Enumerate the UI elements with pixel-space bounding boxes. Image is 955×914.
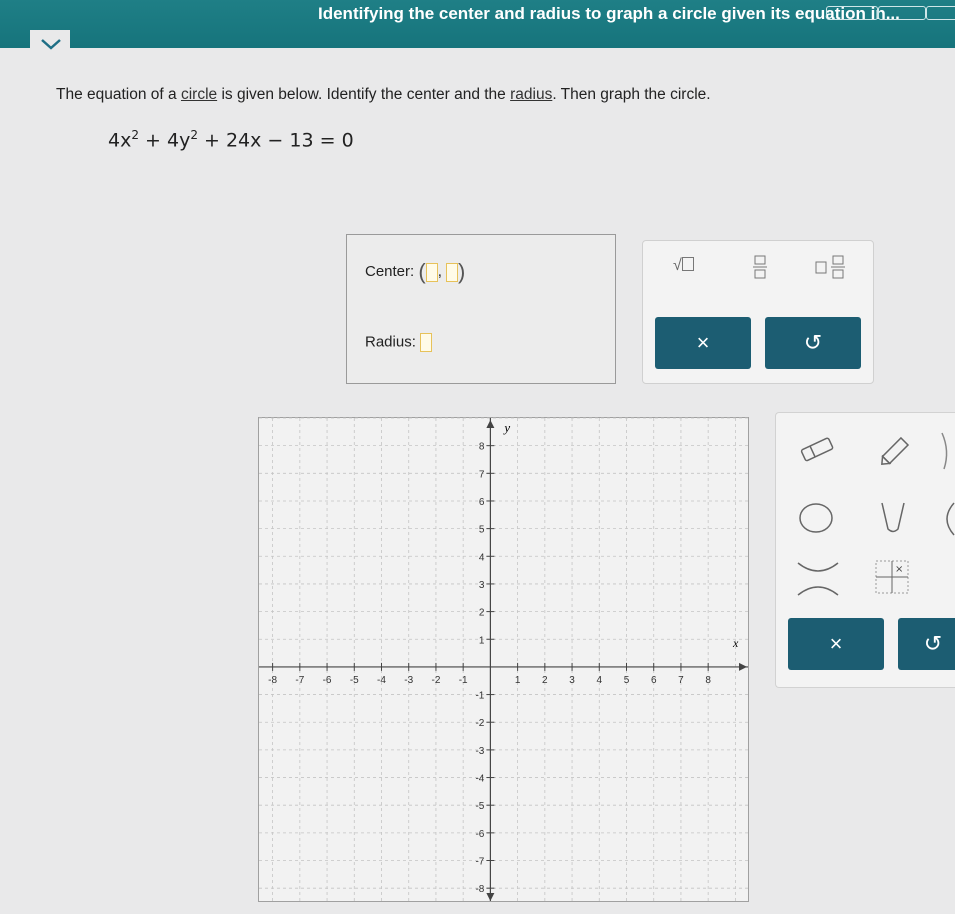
- prompt-text: . Then graph the circle.: [552, 86, 711, 103]
- header-progress-segment: [878, 6, 926, 20]
- y-tick-label: 8: [479, 442, 485, 453]
- fraction-icon: [753, 255, 767, 279]
- radius-link[interactable]: radius: [510, 86, 552, 103]
- sqrt-slot-icon: [681, 257, 694, 271]
- center-row: Center: (, ): [365, 259, 465, 285]
- undo-icon: ↺: [923, 631, 943, 656]
- x-tick-label: -5: [350, 675, 359, 686]
- close-icon: ×: [829, 631, 843, 656]
- mixed-number-button[interactable]: [815, 255, 847, 284]
- x-tick-label: 1: [515, 675, 521, 686]
- hyperbola-tool-icon[interactable]: [796, 559, 840, 599]
- radius-input[interactable]: [420, 333, 433, 352]
- equation-term: + 24x − 13 = 0: [197, 129, 354, 152]
- y-tick-label: -3: [475, 746, 484, 757]
- equation-term: 4x: [108, 129, 132, 152]
- equation-term: + 4y: [138, 129, 191, 152]
- y-tick-label: 2: [479, 608, 485, 619]
- x-tick-label: 4: [596, 675, 602, 686]
- x-tick-label: -1: [459, 675, 468, 686]
- header-progress-segment: [926, 6, 955, 20]
- parabola-tool-icon[interactable]: [878, 501, 908, 535]
- circle-link[interactable]: circle: [181, 86, 217, 103]
- pencil-tool-icon[interactable]: [876, 433, 916, 467]
- radius-row: Radius:: [365, 333, 433, 352]
- x-tick-label: 2: [542, 675, 548, 686]
- y-tick-label: 6: [479, 497, 485, 508]
- y-tick-label: -6: [475, 829, 484, 840]
- radius-label: Radius:: [365, 333, 416, 351]
- eraser-tool-icon[interactable]: [798, 435, 838, 463]
- coordinate-graph[interactable]: -8 -7 -6 -5 -4 -3 -2 -1 1 2 3 4 5 6 7 8 8 7 6 5 4 3 2 1 -1 -2 -3 -…: [258, 417, 750, 903]
- equation-exponent: 2: [190, 128, 198, 142]
- prompt-text: is given below. Identify the center and …: [217, 86, 511, 103]
- graph-tools: × × ↺: [775, 412, 955, 688]
- graph-frame: [258, 417, 749, 902]
- fraction-button[interactable]: [753, 255, 767, 284]
- arc-tool-icon[interactable]: [938, 501, 955, 537]
- close-paren: ): [458, 259, 466, 284]
- point-tool-icon[interactable]: ×: [874, 559, 910, 595]
- y-tick-label: -4: [475, 774, 484, 785]
- undo-button[interactable]: ↺: [765, 317, 861, 369]
- clear-button[interactable]: ×: [655, 317, 751, 369]
- graph-undo-button[interactable]: ↺: [898, 618, 955, 670]
- x-tick-label: -2: [431, 675, 440, 686]
- x-axis-label: x: [732, 636, 739, 650]
- mixed-number-icon: [815, 255, 845, 279]
- close-icon: ×: [696, 330, 710, 355]
- x-tick-label: 5: [624, 675, 630, 686]
- undo-icon: ↺: [803, 330, 823, 355]
- x-tick-label: -3: [404, 675, 413, 686]
- header-bar: Identifying the center and radius to gra…: [0, 0, 955, 48]
- svg-text:×: ×: [895, 564, 903, 575]
- y-tick-label: 3: [479, 580, 485, 591]
- open-paren: (: [418, 259, 426, 284]
- problem-prompt: The equation of a circle is given below.…: [56, 86, 711, 104]
- x-tick-label: 8: [705, 675, 711, 686]
- y-tick-label: -7: [475, 857, 484, 868]
- x-tick-label: 3: [569, 675, 575, 686]
- y-tick-label: 7: [479, 469, 485, 480]
- center-label: Center:: [365, 262, 415, 280]
- x-tick-label: -7: [295, 675, 304, 686]
- equation-exponent: 2: [131, 128, 139, 142]
- sqrt-button[interactable]: √: [673, 257, 694, 275]
- graph-clear-button[interactable]: ×: [788, 618, 884, 670]
- y-tick-label: 4: [479, 552, 485, 563]
- y-axis-label: y: [502, 420, 510, 435]
- ray-tool-icon[interactable]: [936, 431, 955, 471]
- chevron-down-icon: [41, 39, 61, 50]
- center-x-input[interactable]: [425, 262, 438, 282]
- prompt-text: The equation of a: [56, 86, 181, 103]
- collapse-button[interactable]: [30, 30, 70, 58]
- circle-tool-icon[interactable]: [796, 501, 836, 535]
- x-tick-label: 6: [651, 675, 657, 686]
- math-keypad: √ × ↺: [642, 240, 874, 384]
- sqrt-icon: √: [673, 257, 682, 274]
- circle-equation: 4x2 + 4y2 + 24x − 13 = 0: [108, 128, 354, 151]
- x-tick-label: -4: [377, 675, 386, 686]
- center-comma: ,: [437, 262, 442, 280]
- y-tick-label: -2: [475, 718, 484, 729]
- center-y-input[interactable]: [446, 262, 459, 282]
- y-tick-label: -5: [475, 801, 484, 812]
- x-tick-label: -6: [323, 675, 332, 686]
- y-tick-label: 5: [479, 525, 485, 536]
- answer-box: Center: (, ) Radius:: [346, 234, 616, 384]
- y-tick-label: 1: [479, 635, 485, 646]
- y-tick-label: -8: [475, 884, 484, 895]
- header-progress-segment: [826, 6, 878, 20]
- page-title: Identifying the center and radius to gra…: [318, 4, 900, 23]
- x-tick-label: 7: [678, 675, 684, 686]
- y-tick-label: -1: [475, 691, 484, 702]
- x-tick-label: -8: [268, 675, 277, 686]
